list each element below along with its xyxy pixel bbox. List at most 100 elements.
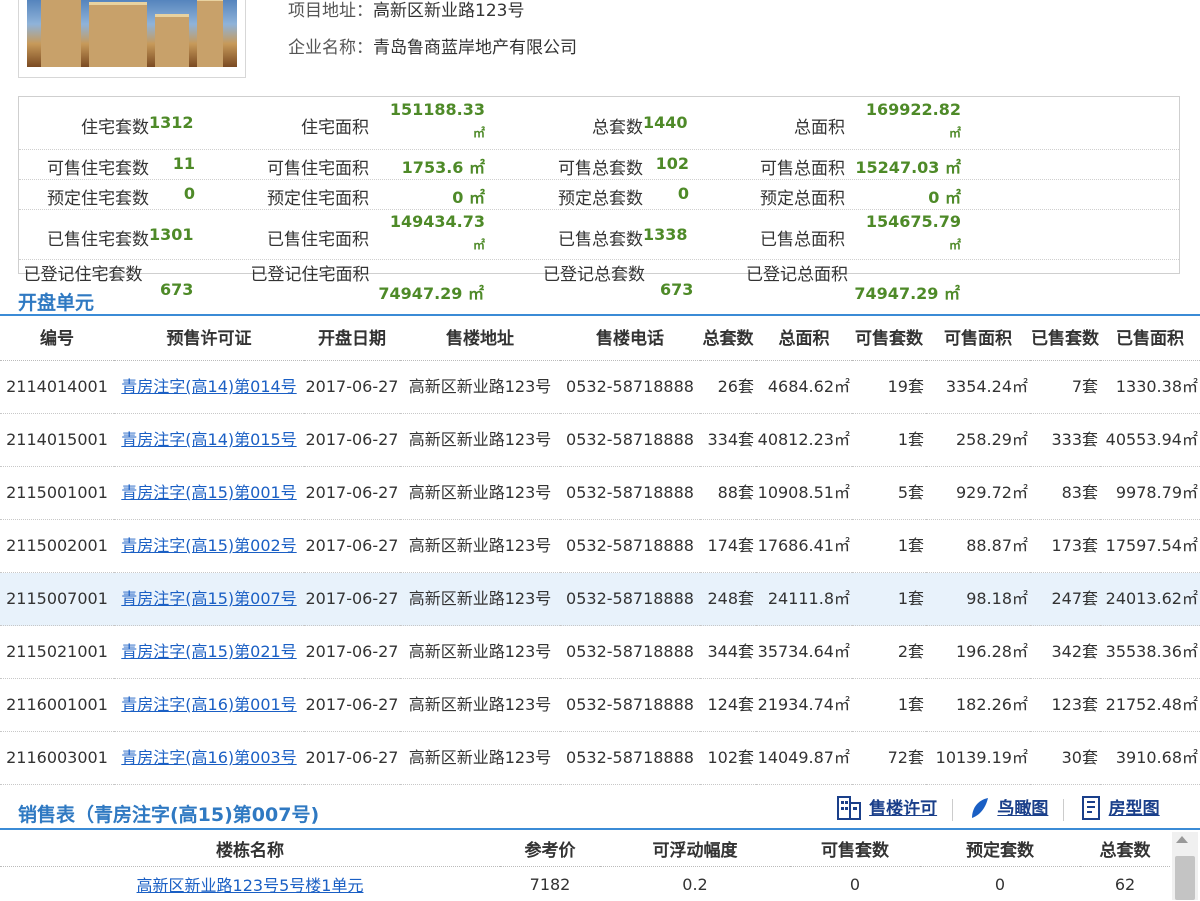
cell-total: 62 [1080,867,1170,901]
floorplan-link[interactable]: 房型图 [1109,799,1160,819]
sales-toolbar: 售楼许可 鸟瞰图 房型图 [836,794,1160,824]
stats-row-reserved: 预定住宅套数 0 预定住宅面积 0 ㎡ 预定总套数 0 预定总面积 0 ㎡ [19,179,1179,210]
col-header-building-name: 楼栋名称 [0,830,500,867]
stat-label: 已登记总面积 [744,264,850,286]
cell-total-units: 248套 [700,573,756,626]
cell-sold-units: 333套 [1030,414,1100,467]
cell-total-area: 24111.8㎡ [756,573,852,626]
stat-value: 1301 [149,225,194,244]
cell-sold-area: 17597.54㎡ [1100,520,1200,573]
stat-label: 可售住宅面积 [249,154,369,179]
permit-link[interactable]: 青房注字(高14)第014号 [121,377,296,396]
permit-link[interactable]: 青房注字(高16)第003号 [121,748,296,767]
cell-open-date: 2017-06-27 [304,573,400,626]
permit-link[interactable]: 青房注字(高15)第002号 [121,536,296,555]
cell-unit-id: 2116001001 [0,679,114,732]
cell-sales-phone: 0532-58718888 [560,626,700,679]
cell-unit-id: 2115001001 [0,467,114,520]
table-row[interactable]: 2116003001青房注字(高16)第003号2017-06-27高新区新业路… [0,732,1200,785]
stat-label: 预定住宅套数 [19,184,149,209]
table-row[interactable]: 2115007001青房注字(高15)第007号2017-06-27高新区新业路… [0,573,1200,626]
stat-label: 已售总套数 [539,225,643,250]
cell-sales-address: 高新区新业路123号 [400,626,560,679]
stat-value: 673 [160,280,193,299]
cell-total-units: 88套 [700,467,756,520]
cell-available-area: 88.87㎡ [926,520,1030,573]
cell-reference-price: 7182 [500,867,600,901]
col-header-float-range: 可浮动幅度 [600,830,790,867]
building-icon [836,795,864,825]
cell-total-units: 26套 [700,361,756,414]
sales-table: 楼栋名称 参考价 可浮动幅度 可售套数 预定套数 总套数 高新区新业路123号5… [0,830,1170,901]
cell-sold-units: 30套 [1030,732,1100,785]
aerial-view-link[interactable]: 鸟瞰图 [997,799,1048,819]
permit-link[interactable]: 青房注字(高15)第007号 [121,589,296,608]
stat-value: 15247.03 ㎡ [845,154,961,178]
stat-label: 预定住宅面积 [249,184,369,209]
permit-link[interactable]: 青房注字(高15)第001号 [121,483,296,502]
cell-total-area: 4684.62㎡ [756,361,852,414]
table-row[interactable]: 2114015001青房注字(高14)第015号2017-06-27高新区新业路… [0,414,1200,467]
sales-header-row: 楼栋名称 参考价 可浮动幅度 可售套数 预定套数 总套数 [0,830,1170,867]
col-header-available: 可售套数 [790,830,920,867]
table-row[interactable]: 2116001001青房注字(高16)第001号2017-06-27高新区新业路… [0,679,1200,732]
table-row[interactable]: 2114014001青房注字(高14)第014号2017-06-27高新区新业路… [0,361,1200,414]
stat-value: 0 ㎡ [845,184,961,208]
cell-open-date: 2017-06-27 [304,679,400,732]
permit-link[interactable]: 青房注字(高14)第015号 [121,430,296,449]
cell-sold-units: 7套 [1030,361,1100,414]
col-header-reference-price: 参考价 [500,830,600,867]
stat-value: 151188.33㎡ [369,99,485,144]
cell-sold-area: 24013.62㎡ [1100,573,1200,626]
cell-sold-area: 40553.94㎡ [1100,414,1200,467]
cell-available-area: 196.28㎡ [926,626,1030,679]
cell-reserved: 0 [920,867,1080,901]
cell-sold-area: 9978.79㎡ [1100,467,1200,520]
table-row[interactable]: 2115002001青房注字(高15)第002号2017-06-27高新区新业路… [0,520,1200,573]
stat-value: 102 [643,154,689,173]
stat-label: 已售住宅面积 [249,225,369,250]
cell-sales-phone: 0532-58718888 [560,467,700,520]
table-row[interactable]: 2115021001青房注字(高15)第021号2017-06-27高新区新业路… [0,626,1200,679]
cell-sales-address: 高新区新业路123号 [400,361,560,414]
cell-unit-id: 2114015001 [0,414,114,467]
cell-total-area: 40812.23㎡ [756,414,852,467]
cell-unit-id: 2115002001 [0,520,114,573]
stat-label: 可售总面积 [739,154,845,179]
scrollbar-thumb[interactable] [1175,856,1195,900]
sales-permit-link[interactable]: 售楼许可 [869,799,937,819]
cell-available: 0 [790,867,920,901]
cell-total-units: 102套 [700,732,756,785]
cell-total-area: 14049.87㎡ [756,732,852,785]
col-header-address: 售楼地址 [400,318,560,361]
cell-sold-area: 35538.36㎡ [1100,626,1200,679]
table-row[interactable]: 2115001001青房注字(高15)第001号2017-06-27高新区新业路… [0,467,1200,520]
stat-label: 住宅套数 [19,113,149,138]
cell-permit-link: 青房注字(高15)第021号 [114,626,304,679]
permit-link[interactable]: 青房注字(高16)第001号 [121,695,296,714]
stat-value: 1753.6 ㎡ [369,154,485,178]
cell-available-area: 182.26㎡ [926,679,1030,732]
toolbar-divider [1063,799,1064,821]
col-header-total: 总套数 [1080,830,1170,867]
stat-label: 已登记总套数 [542,264,646,286]
cell-sold-area: 3910.68㎡ [1100,732,1200,785]
cell-permit-link: 青房注字(高15)第007号 [114,573,304,626]
col-header-phone: 售楼电话 [560,318,700,361]
cell-sales-phone: 0532-58718888 [560,361,700,414]
project-photo-frame [18,0,246,78]
permit-link[interactable]: 青房注字(高15)第021号 [121,642,296,661]
col-header-available-area: 可售面积 [926,318,1030,361]
stat-label: 已登记住宅面积 [250,264,370,286]
cell-total-units: 334套 [700,414,756,467]
table-row[interactable]: 高新区新业路123号5号楼1单元71820.20062 [0,867,1170,901]
building-link[interactable]: 高新区新业路123号5号楼1单元 [137,876,364,895]
stat-label: 已登记住宅套数 [18,264,148,286]
stat-label: 总面积 [739,113,845,138]
cell-total-area: 10908.51㎡ [756,467,852,520]
cell-sales-phone: 0532-58718888 [560,732,700,785]
cell-open-date: 2017-06-27 [304,520,400,573]
scroll-up-arrow-icon[interactable] [1176,836,1188,843]
cell-total-units: 174套 [700,520,756,573]
cell-total-units: 124套 [700,679,756,732]
